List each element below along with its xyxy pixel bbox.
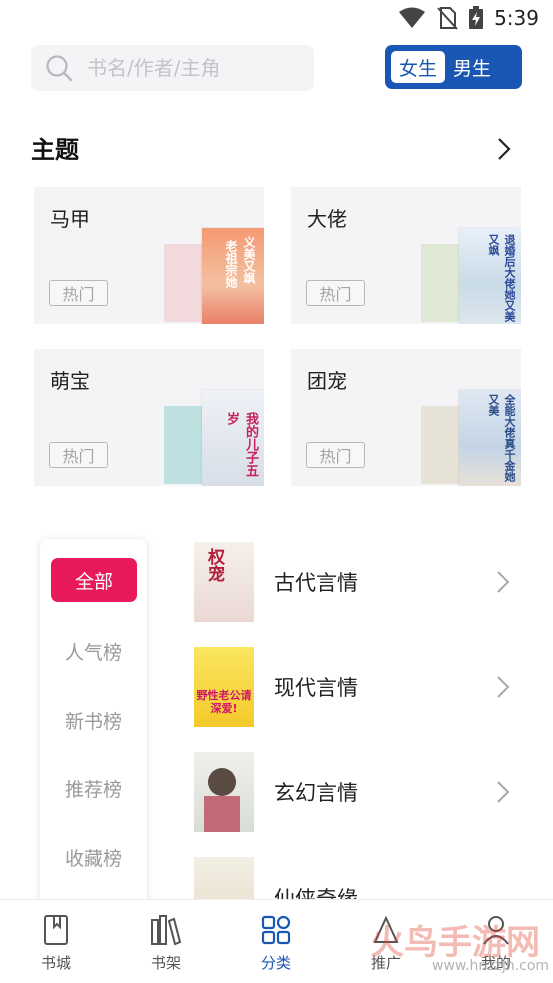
rank-tab-favorites[interactable]: 收藏榜 <box>40 844 147 871</box>
app-screen: 5:39 女生 男生 主题 马甲 热门 义美又飒 老祖宗她 大佬 热门 退婚后大… <box>0 0 553 983</box>
theme-card-tuanchong[interactable]: 团宠 热门 全能大佬真千金她又美 <box>291 349 521 486</box>
category-label: 玄幻言情 <box>274 781 358 805</box>
hot-badge: 热门 <box>49 442 108 468</box>
chevron-right-icon <box>497 781 510 803</box>
theme-card-title: 团宠 <box>307 369 347 393</box>
book-cover-back <box>421 244 461 322</box>
nav-label: 书城 <box>40 954 71 972</box>
hot-badge: 热门 <box>306 442 365 468</box>
nav-bookshelf[interactable]: 书架 <box>131 914 201 973</box>
no-sim-icon <box>437 7 458 30</box>
theme-card-title: 大佬 <box>307 207 347 231</box>
hot-badge: 热门 <box>306 280 365 306</box>
theme-card-title: 马甲 <box>50 207 90 231</box>
gender-male-option[interactable]: 男生 <box>445 51 499 83</box>
book-cover: 全能大佬真千金她又美 <box>459 390 521 486</box>
book-cover-back <box>164 244 204 322</box>
nav-label: 分类 <box>260 954 291 972</box>
watermark-logo: 火鸟手游网 <box>370 923 540 963</box>
book-icon <box>44 915 68 945</box>
chevron-right-icon <box>497 676 510 698</box>
rank-tab-recommend[interactable]: 推荐榜 <box>40 775 147 802</box>
nav-label: 书架 <box>150 954 181 972</box>
rank-tab-panel: 全部 人气榜 新书榜 推荐榜 收藏榜 <box>40 539 147 919</box>
gender-female-option[interactable]: 女生 <box>391 51 446 83</box>
rank-tab-popular[interactable]: 人气榜 <box>40 638 147 665</box>
status-bar: 5:39 <box>0 0 553 36</box>
category-label: 现代言情 <box>274 676 358 700</box>
book-cover: 我的儿子五岁 <box>202 390 264 486</box>
category-row-modern-romance[interactable]: 野性老公请深爱! 现代言情 <box>194 647 524 727</box>
hot-badge: 热门 <box>49 280 108 306</box>
search-input[interactable] <box>87 56 297 80</box>
rank-tab-all[interactable]: 全部 <box>51 558 137 602</box>
rank-tab-new[interactable]: 新书榜 <box>40 707 147 734</box>
watermark-url: www.hnzzjh.com <box>432 958 550 974</box>
book-cover-back <box>421 406 461 484</box>
chevron-right-icon[interactable] <box>494 136 514 162</box>
gender-toggle[interactable]: 女生 男生 <box>385 45 522 89</box>
theme-card-majia[interactable]: 马甲 热门 义美又飒 老祖宗她 <box>34 187 264 324</box>
wifi-icon <box>399 7 426 28</box>
book-cover <box>194 752 254 832</box>
theme-card-dalao[interactable]: 大佬 热门 退婚后大佬她又美又飒 <box>291 187 521 324</box>
battery-charging-icon <box>469 6 484 29</box>
theme-card-mengbao[interactable]: 萌宝 热门 我的儿子五岁 <box>34 349 264 486</box>
status-time: 5:39 <box>494 6 539 30</box>
nav-category[interactable]: 分类 <box>241 914 311 973</box>
status-icons: 5:39 <box>398 6 539 30</box>
chevron-right-icon <box>497 571 510 593</box>
category-label: 古代言情 <box>274 571 358 595</box>
search-icon <box>46 55 73 82</box>
book-cover: 义美又飒 老祖宗她 <box>202 228 264 324</box>
bookshelf-icon <box>151 915 182 946</box>
book-cover: 权宠 <box>194 542 254 622</box>
book-cover: 退婚后大佬她又美又飒 <box>459 228 521 324</box>
category-row-ancient-romance[interactable]: 权宠 古代言情 <box>194 542 524 622</box>
grid-icon <box>261 915 291 945</box>
theme-section-title: 主题 <box>31 136 79 164</box>
category-row-fantasy-romance[interactable]: 玄幻言情 <box>194 752 524 832</box>
theme-card-title: 萌宝 <box>50 369 90 393</box>
search-bar[interactable] <box>31 45 314 91</box>
nav-bookstore[interactable]: 书城 <box>21 914 91 973</box>
book-cover: 野性老公请深爱! <box>194 647 254 727</box>
book-cover-back <box>164 406 204 484</box>
